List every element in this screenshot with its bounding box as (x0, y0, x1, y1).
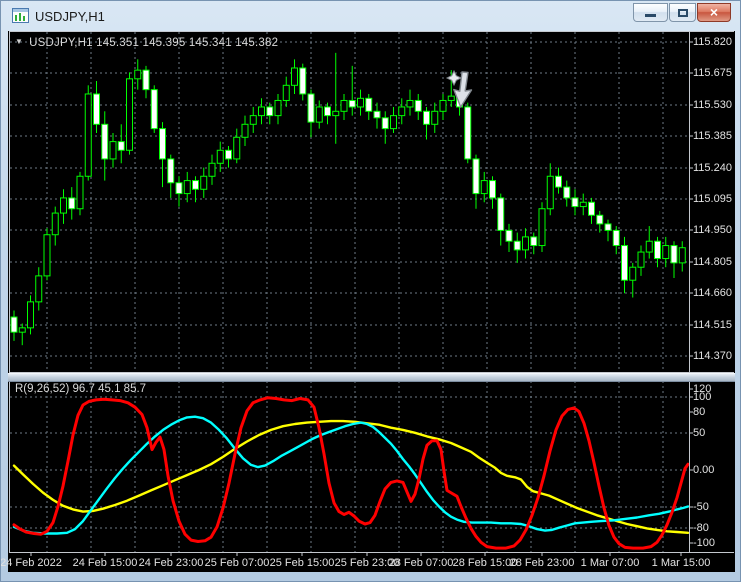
price-axis-label: 115.240 (693, 162, 732, 174)
chart-client-area[interactable] (8, 31, 735, 572)
time-axis-label: 1 Mar 15:00 (651, 557, 711, 569)
minimize-button[interactable] (633, 3, 668, 22)
price-axis-label: 114.515 (693, 319, 732, 331)
maximize-icon (677, 9, 688, 17)
chart-symbol-label: ▼ USDJPY,H1 145.351 145.395 145.341 145.3… (15, 37, 278, 49)
price-axis-label: 115.820 (693, 36, 732, 48)
price-axis-label: 114.660 (693, 287, 732, 299)
mt4-chart-window: USDJPY,H1 × ▼ USDJPY,H1 145.351 145.395 1… (0, 0, 741, 582)
indicator-axis-label: -80 (693, 522, 709, 534)
indicator-axis-label: 80 (693, 406, 706, 418)
indicator-axis-label: 100 (693, 391, 712, 403)
window-title: USDJPY,H1 (35, 9, 105, 24)
indicator-axis-label: -100 (693, 537, 716, 549)
close-icon: × (709, 4, 719, 20)
indicator-label: R(9,26,52) 96.7 45.1 85.7 (15, 383, 147, 395)
chart-window-icon (12, 8, 30, 24)
price-axis-label: 115.095 (693, 193, 732, 205)
price-axis-label: 115.675 (693, 67, 732, 79)
symbol-dropdown-arrow-icon[interactable]: ▼ (15, 37, 23, 46)
indicator-axis-label: 50 (693, 427, 706, 439)
price-axis-label: 115.530 (693, 99, 732, 111)
minimize-icon (645, 14, 656, 17)
price-axis-label: 114.950 (693, 224, 732, 236)
price-axis-label: 114.805 (693, 256, 732, 268)
titlebar[interactable]: USDJPY,H1 × (1, 1, 740, 31)
ohlc-text: USDJPY,H1 145.351 145.395 145.341 145.38… (29, 37, 279, 49)
panel-splitter[interactable] (8, 373, 735, 382)
price-axis-label: 115.385 (693, 130, 732, 142)
indicator-axis-label: -50 (693, 501, 709, 513)
price-axis-label: 114.370 (693, 350, 732, 362)
indicator-axis-label: 0.00 (693, 464, 715, 476)
maximize-button[interactable] (669, 3, 696, 22)
close-button[interactable]: × (697, 3, 731, 22)
